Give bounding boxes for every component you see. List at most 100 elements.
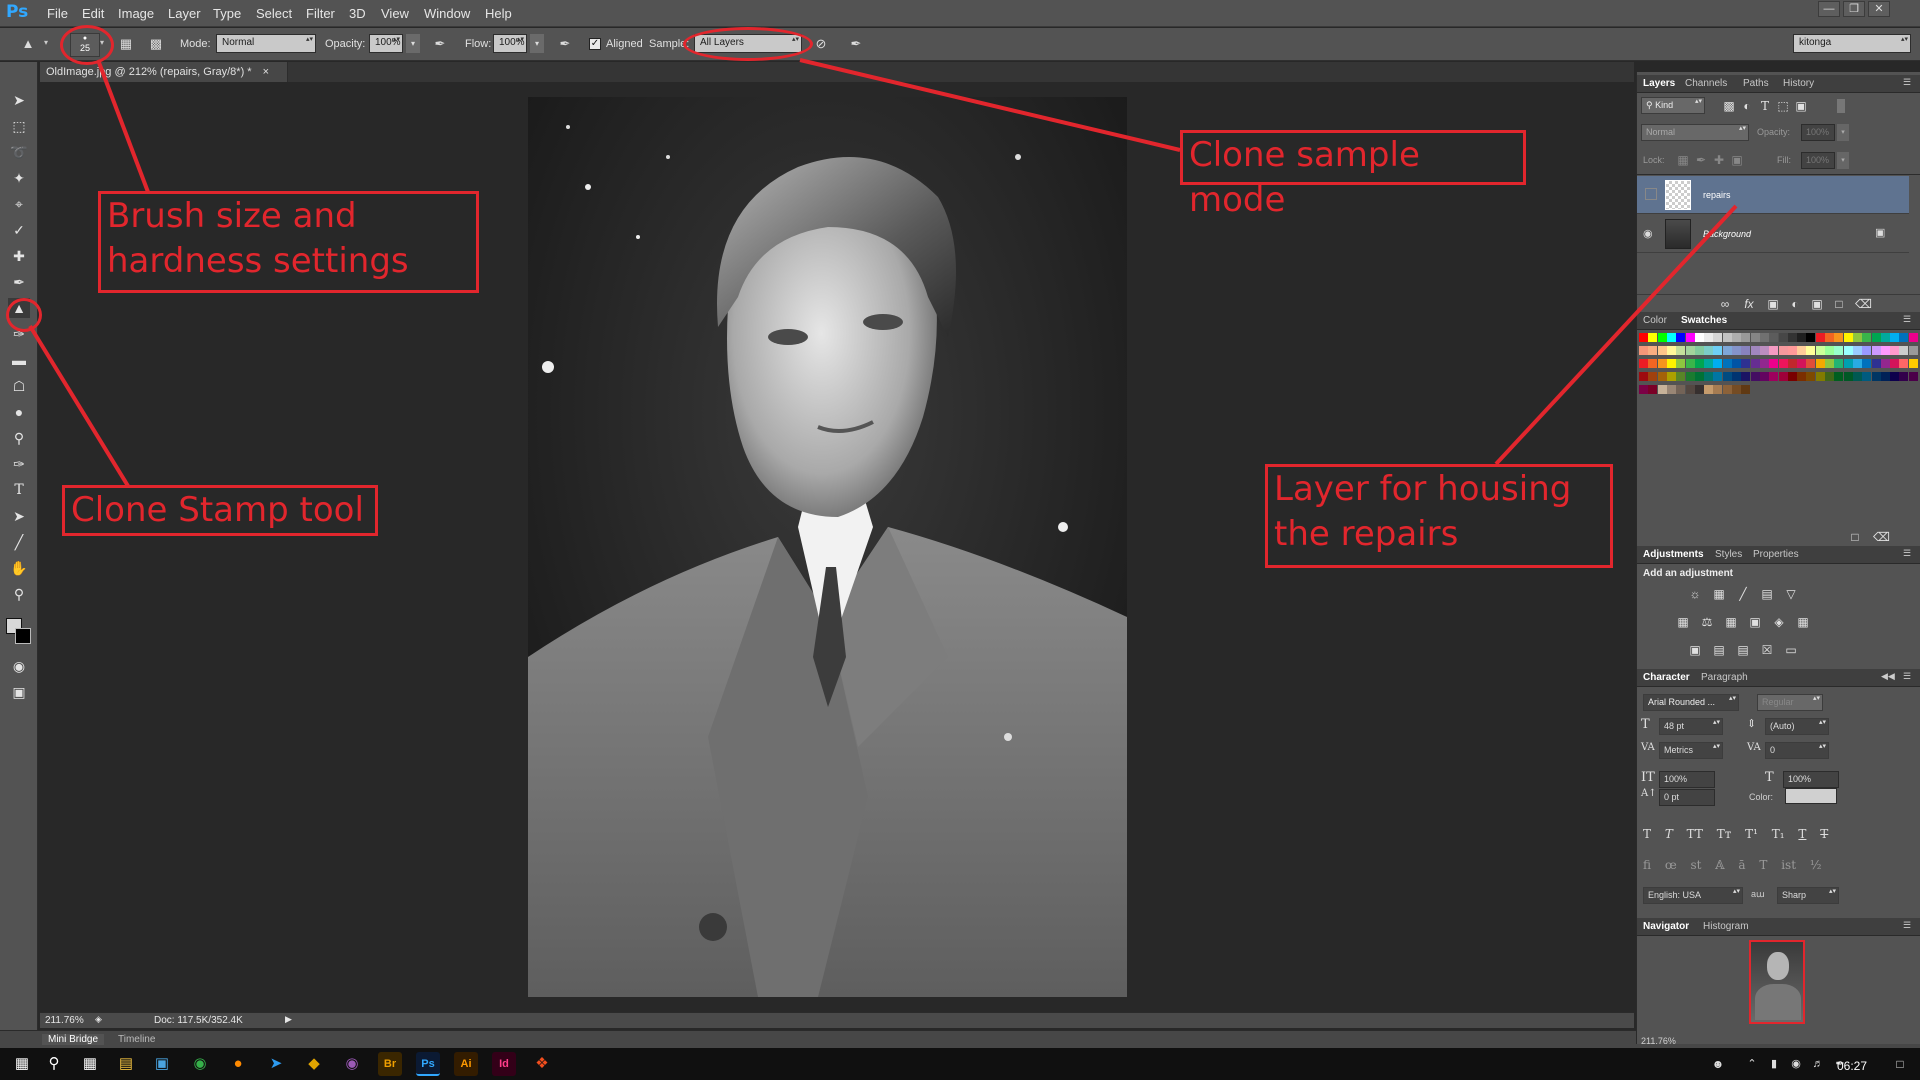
color-swatch[interactable] <box>1815 359 1825 368</box>
lock-position-icon[interactable]: ✚ <box>1711 153 1727 167</box>
color-swatch[interactable] <box>1657 359 1667 368</box>
gradient-map-icon[interactable]: ▭ <box>1783 643 1799 657</box>
menu-type[interactable]: Type <box>213 6 241 21</box>
color-swatch[interactable] <box>1908 346 1918 355</box>
color-swatch[interactable] <box>1778 372 1788 381</box>
color-swatch[interactable] <box>1685 333 1695 342</box>
color-swatch[interactable] <box>1815 346 1825 355</box>
color-swatch[interactable] <box>1648 359 1658 368</box>
horizontal-scale-field[interactable]: 100% <box>1783 771 1839 788</box>
color-swatch[interactable] <box>1759 359 1769 368</box>
blur-tool-icon[interactable]: ● <box>8 402 30 422</box>
color-swatch[interactable] <box>1862 346 1872 355</box>
color-swatch[interactable] <box>1666 385 1676 394</box>
color-swatch[interactable] <box>1787 333 1797 342</box>
color-swatch[interactable] <box>1639 333 1648 342</box>
color-swatch[interactable] <box>1871 346 1881 355</box>
color-swatch[interactable] <box>1694 359 1704 368</box>
color-swatch[interactable] <box>1694 346 1704 355</box>
menu-3d[interactable]: 3D <box>349 6 366 21</box>
color-swatch[interactable] <box>1834 346 1844 355</box>
color-swatch[interactable] <box>1666 359 1676 368</box>
photo-filter-icon[interactable]: ▣ <box>1747 615 1763 629</box>
tab-swatches[interactable]: Swatches <box>1681 315 1727 326</box>
color-swatch[interactable] <box>1639 346 1648 355</box>
color-swatch[interactable] <box>1880 346 1890 355</box>
color-swatch[interactable] <box>1834 333 1844 342</box>
color-swatch[interactable] <box>1732 385 1741 394</box>
pen-tool-icon[interactable]: ✑ <box>8 454 30 474</box>
store-icon[interactable]: ▣ <box>150 1052 174 1076</box>
tab-timeline[interactable]: Timeline <box>118 1034 155 1045</box>
levels-icon[interactable]: ▦ <box>1711 587 1727 601</box>
color-swatch[interactable] <box>1722 346 1732 355</box>
color-swatch[interactable] <box>1750 346 1760 355</box>
indesign-icon[interactable]: Id <box>492 1052 516 1076</box>
filter-type-icon[interactable]: T <box>1757 99 1773 113</box>
status-share-icon[interactable]: ◈ <box>95 1014 102 1025</box>
color-swatch[interactable] <box>1797 333 1807 342</box>
quick-mask-icon[interactable]: ◉ <box>8 656 30 676</box>
swatch-grid[interactable] <box>1637 331 1920 406</box>
vibrance-icon[interactable]: ▽ <box>1783 587 1799 601</box>
vertical-scale-field[interactable]: 100% <box>1659 771 1715 788</box>
mode-dropdown[interactable]: Normal <box>216 34 316 53</box>
screen-mode-icon[interactable]: ▣ <box>8 682 30 702</box>
color-swatch[interactable] <box>1806 333 1816 342</box>
layer-blend-mode-dropdown[interactable]: Normal <box>1641 124 1749 141</box>
volume-icon[interactable]: ♬ <box>1806 1052 1830 1076</box>
font-family-dropdown[interactable]: Arial Rounded ... <box>1643 694 1739 711</box>
color-swatch[interactable] <box>1899 372 1909 381</box>
fill-arrow-icon[interactable]: ▾ <box>1837 152 1849 169</box>
panel-menu-icon[interactable]: ☰ <box>1903 671 1911 682</box>
windows-start-icon[interactable]: ▦ <box>10 1052 34 1076</box>
filter-toggle[interactable] <box>1837 99 1845 113</box>
color-swatch[interactable] <box>1657 372 1667 381</box>
color-swatch[interactable] <box>1759 346 1769 355</box>
color-swatch[interactable] <box>1704 385 1714 394</box>
clone-source-icon[interactable]: ▩ <box>146 35 166 53</box>
aligned-checkbox[interactable]: ✓ <box>589 38 601 50</box>
eye-icon[interactable]: ◉ <box>1643 227 1653 240</box>
fill-field[interactable]: 100% <box>1801 152 1835 169</box>
language-dropdown[interactable]: English: USA <box>1643 887 1743 904</box>
color-swatch[interactable] <box>1890 359 1900 368</box>
color-swatch[interactable] <box>1825 333 1834 342</box>
color-swatch[interactable] <box>1769 346 1779 355</box>
lock-all-icon[interactable]: ▣ <box>1729 153 1745 167</box>
color-swatch[interactable] <box>1657 385 1667 394</box>
color-swatch[interactable] <box>1862 359 1872 368</box>
color-swatch[interactable] <box>1676 372 1686 381</box>
link-layers-icon[interactable]: ∞ <box>1717 297 1733 311</box>
color-swatch[interactable] <box>1825 372 1834 381</box>
color-swatch[interactable] <box>1806 346 1816 355</box>
color-swatch[interactable] <box>1741 333 1751 342</box>
color-swatch[interactable] <box>1769 359 1779 368</box>
color-swatch[interactable] <box>1676 359 1686 368</box>
dodge-tool-icon[interactable]: ⚲ <box>8 428 30 448</box>
color-swatch[interactable] <box>1797 359 1807 368</box>
zoom-tool-icon[interactable]: ⚲ <box>8 584 30 604</box>
illustrator-icon[interactable]: Ai <box>454 1052 478 1076</box>
tab-paths[interactable]: Paths <box>1743 78 1769 89</box>
layer-opacity-arrow-icon[interactable]: ▾ <box>1837 124 1849 141</box>
text-color-swatch[interactable] <box>1785 788 1837 804</box>
brush-panel-icon[interactable]: ▦ <box>116 35 136 53</box>
color-swatch[interactable] <box>1759 372 1769 381</box>
color-swatch[interactable] <box>1825 359 1834 368</box>
notifications-icon[interactable]: □ <box>1888 1052 1912 1076</box>
task-view-icon[interactable]: ▦ <box>78 1052 102 1076</box>
hue-saturation-icon[interactable]: ▦ <box>1675 615 1691 629</box>
color-swatch[interactable] <box>1639 385 1648 394</box>
font-size-field[interactable]: 48 pt <box>1659 718 1723 735</box>
close-button[interactable]: ✕ <box>1868 1 1890 17</box>
paint-bucket-tool-icon[interactable]: ☖ <box>8 376 30 396</box>
tab-properties[interactable]: Properties <box>1753 549 1799 560</box>
color-swatch[interactable] <box>1722 385 1732 394</box>
layer-filter-dropdown[interactable]: ⚲ Kind <box>1641 97 1705 114</box>
color-swatch[interactable] <box>1750 333 1760 342</box>
photo-canvas[interactable] <box>528 97 1127 997</box>
color-swatch[interactable] <box>1713 359 1723 368</box>
brush-tool-icon[interactable]: ✒ <box>8 272 30 292</box>
color-swatch[interactable] <box>1852 359 1862 368</box>
